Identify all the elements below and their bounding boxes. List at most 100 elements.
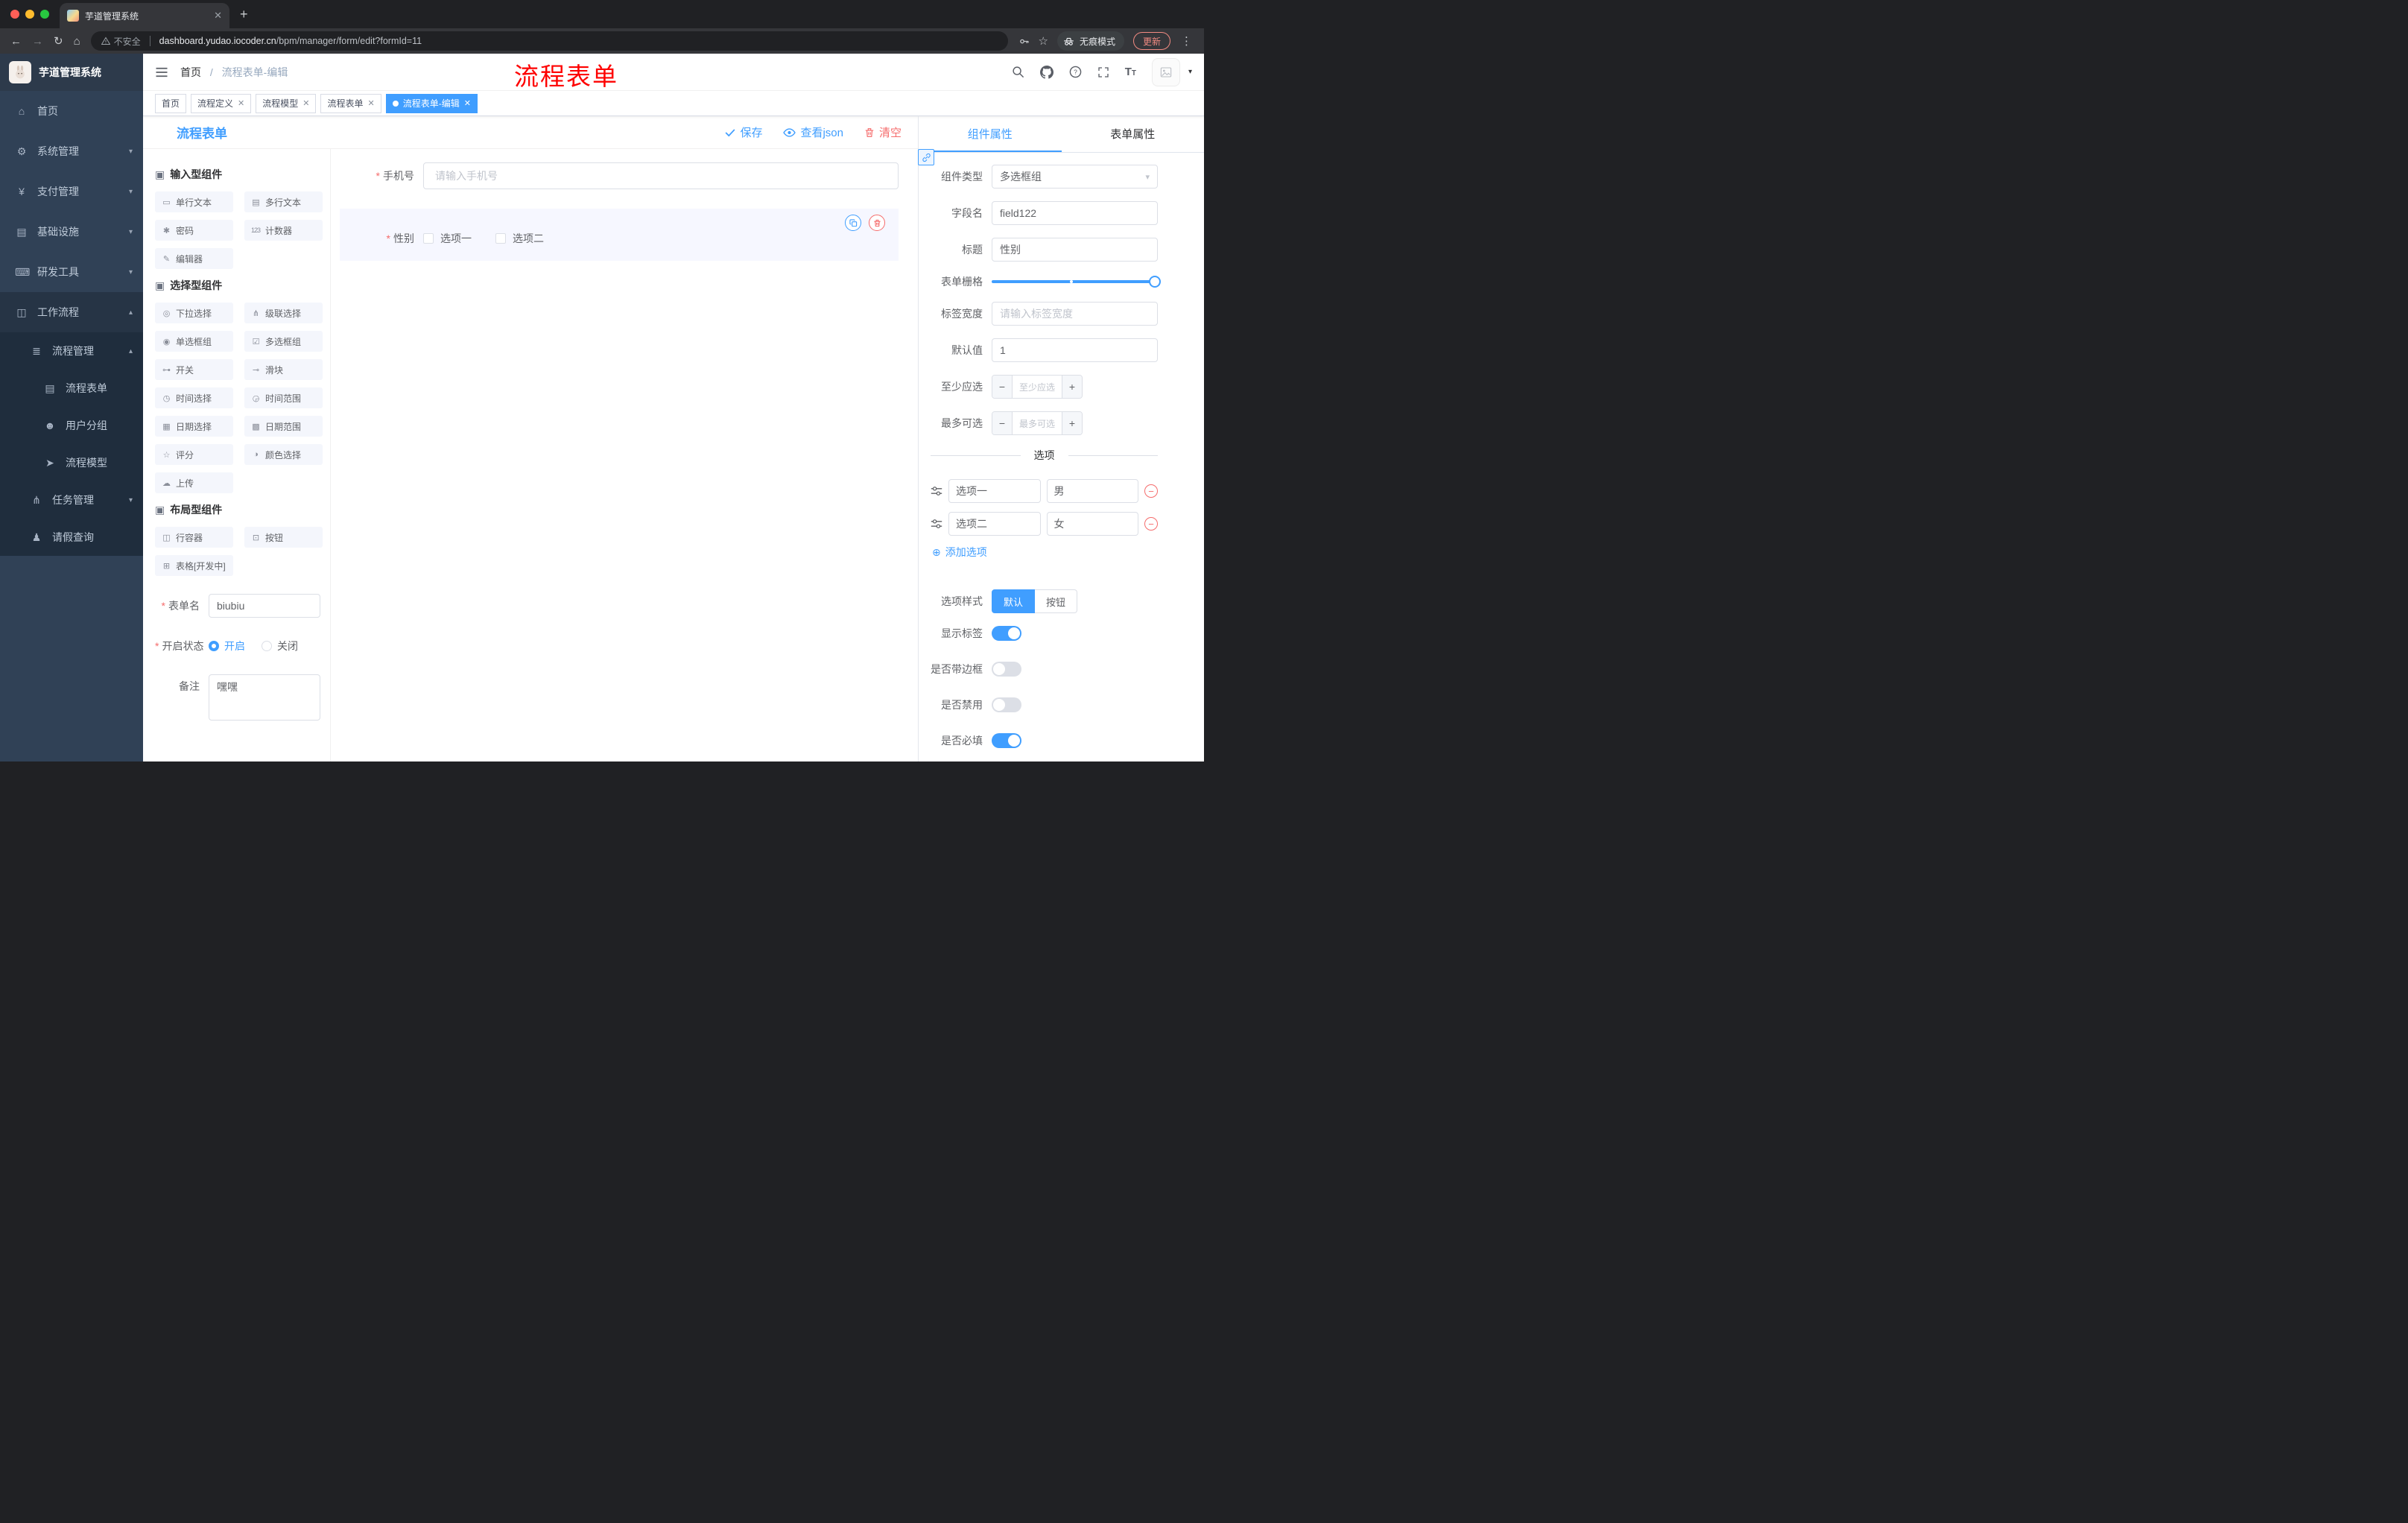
option-label-input[interactable] bbox=[948, 512, 1041, 536]
tag-close-icon[interactable]: ✕ bbox=[464, 98, 471, 108]
avatar-caret-icon[interactable]: ▾ bbox=[1188, 68, 1192, 76]
palette-item-date-picker[interactable]: ▦ 日期选择 bbox=[155, 416, 233, 437]
palette-item-table[interactable]: ⊞ 表格[开发中] bbox=[155, 555, 233, 576]
password-key-icon[interactable] bbox=[1018, 36, 1030, 47]
update-button[interactable]: 更新 bbox=[1132, 32, 1170, 50]
gender-option-1-checkbox[interactable]: 选项一 bbox=[423, 231, 472, 246]
sidebar-item-task-management[interactable]: ⋔ 任务管理 ▾ bbox=[0, 481, 143, 519]
new-tab-button[interactable]: + bbox=[240, 7, 248, 22]
tag-process-definition[interactable]: 流程定义 ✕ bbox=[191, 93, 252, 113]
slider-handle[interactable] bbox=[1149, 276, 1161, 288]
sidebar-item-process-management[interactable]: ≣ 流程管理 ▴ bbox=[0, 332, 143, 370]
gender-field-selected[interactable]: 性别 选项一 选项二 bbox=[340, 209, 899, 261]
sidebar-item-payment[interactable]: ¥ 支付管理 ▾ bbox=[0, 171, 143, 212]
palette-item-radio-group[interactable]: ◉ 单选框组 bbox=[155, 331, 233, 352]
tag-process-form-edit[interactable]: 流程表单-编辑 ✕ bbox=[385, 93, 478, 113]
zoom-window-button[interactable] bbox=[40, 10, 49, 19]
reload-icon[interactable]: ↻ bbox=[54, 36, 63, 47]
clear-button[interactable]: 清空 bbox=[864, 124, 902, 140]
style-button-button[interactable]: 按钮 bbox=[1035, 589, 1078, 613]
palette-item-date-range[interactable]: ▩ 日期范围 bbox=[244, 416, 323, 437]
security-warning[interactable]: 不安全 bbox=[101, 35, 141, 48]
sidebar-item-system[interactable]: ⚙ 系统管理 ▾ bbox=[0, 131, 143, 171]
help-icon[interactable]: ? bbox=[1069, 66, 1082, 78]
show-label-toggle[interactable] bbox=[992, 626, 1021, 641]
max-select-input[interactable]: 最多可选 bbox=[1012, 412, 1062, 434]
phone-input[interactable] bbox=[423, 162, 899, 189]
option-value-input[interactable] bbox=[1046, 512, 1138, 536]
tag-home[interactable]: 首页 bbox=[155, 93, 187, 113]
palette-item-checkbox-group[interactable]: ☑ 多选框组 bbox=[244, 331, 323, 352]
sidebar-item-infrastructure[interactable]: ▤ 基础设施 ▾ bbox=[0, 212, 143, 252]
view-json-button[interactable]: 查看json bbox=[783, 124, 843, 140]
palette-item-multi-line-text[interactable]: ▤ 多行文本 bbox=[244, 191, 323, 212]
breadcrumb-home[interactable]: 首页 bbox=[180, 66, 201, 78]
remark-textarea[interactable]: 嘿嘿 bbox=[209, 674, 320, 721]
browser-menu-icon[interactable]: ⋮ bbox=[1179, 34, 1194, 48]
add-option-button[interactable]: ⊕ 添加选项 bbox=[932, 545, 1158, 560]
sidebar-item-process-form[interactable]: ▤ 流程表单 bbox=[0, 370, 143, 407]
copy-field-button[interactable] bbox=[845, 215, 861, 231]
tag-process-model[interactable]: 流程模型 ✕ bbox=[256, 93, 317, 113]
palette-item-single-line-text[interactable]: ▭ 单行文本 bbox=[155, 191, 233, 212]
status-off-radio[interactable]: 关闭 bbox=[262, 634, 298, 658]
plus-icon[interactable]: + bbox=[1062, 376, 1082, 398]
palette-item-switch[interactable]: ⊶ 开关 bbox=[155, 359, 233, 380]
palette-item-counter[interactable]: 123 计数器 bbox=[244, 220, 323, 241]
minus-icon[interactable]: − bbox=[992, 376, 1012, 398]
status-on-radio[interactable]: 开启 bbox=[209, 634, 245, 658]
font-size-icon[interactable]: TT bbox=[1125, 66, 1136, 78]
sidebar-item-user-group[interactable]: ☻ 用户分组 bbox=[0, 407, 143, 444]
browser-tab[interactable]: 芋道管理系统 ✕ bbox=[60, 3, 229, 28]
title-input[interactable] bbox=[992, 238, 1158, 262]
drag-handle-icon[interactable] bbox=[931, 486, 942, 496]
palette-item-time-range[interactable]: ◶ 时间范围 bbox=[244, 387, 323, 408]
sidebar-item-workflow[interactable]: ◫ 工作流程 ▴ bbox=[0, 292, 143, 332]
remove-option-icon[interactable]: − bbox=[1144, 484, 1158, 498]
sidebar-item-leave-query[interactable]: ♟ 请假查询 bbox=[0, 519, 143, 556]
minimize-window-button[interactable] bbox=[25, 10, 34, 19]
palette-item-editor[interactable]: ✎ 编辑器 bbox=[155, 248, 233, 269]
tab-component-props[interactable]: 组件属性 bbox=[919, 116, 1062, 152]
remove-option-icon[interactable]: − bbox=[1144, 517, 1158, 531]
tab-close-icon[interactable]: ✕ bbox=[214, 10, 222, 22]
phone-field-row[interactable]: 手机号 bbox=[340, 162, 899, 189]
palette-item-time-picker[interactable]: ◷ 时间选择 bbox=[155, 387, 233, 408]
address-bar[interactable]: 不安全 dashboard.yudao.iocoder.cn/bpm/manag… bbox=[90, 31, 1008, 51]
sidebar-item-home[interactable]: ⌂ 首页 bbox=[0, 91, 143, 131]
save-button[interactable]: 保存 bbox=[725, 124, 762, 140]
label-width-input[interactable] bbox=[992, 302, 1158, 326]
tag-close-icon[interactable]: ✕ bbox=[238, 98, 244, 108]
sidebar-fold-icon[interactable] bbox=[155, 66, 168, 78]
min-select-input[interactable]: 至少应选 bbox=[1012, 376, 1062, 398]
drag-handle-icon[interactable] bbox=[931, 519, 942, 529]
field-name-input[interactable] bbox=[992, 201, 1158, 225]
close-window-button[interactable] bbox=[10, 10, 19, 19]
disabled-toggle[interactable] bbox=[992, 697, 1021, 712]
tab-form-props[interactable]: 表单属性 bbox=[1062, 116, 1205, 152]
option-label-input[interactable] bbox=[948, 479, 1041, 503]
back-icon[interactable]: ← bbox=[10, 36, 22, 47]
gender-option-2-checkbox[interactable]: 选项二 bbox=[495, 231, 544, 246]
bookmark-star-icon[interactable]: ☆ bbox=[1039, 36, 1048, 47]
form-name-input[interactable] bbox=[209, 594, 320, 618]
option-value-input[interactable] bbox=[1046, 479, 1138, 503]
component-type-select[interactable]: 多选框组 ▾ bbox=[992, 165, 1158, 189]
plus-icon[interactable]: + bbox=[1062, 412, 1082, 434]
minus-icon[interactable]: − bbox=[992, 412, 1012, 434]
github-icon[interactable] bbox=[1039, 65, 1054, 79]
sidebar-item-process-model[interactable]: ➤ 流程模型 bbox=[0, 444, 143, 481]
palette-item-slider[interactable]: ⊸ 滑块 bbox=[244, 359, 323, 380]
style-default-button[interactable]: 默认 bbox=[992, 589, 1036, 613]
palette-item-password[interactable]: ✱ 密码 bbox=[155, 220, 233, 241]
palette-item-button[interactable]: ⊡ 按钮 bbox=[244, 527, 323, 548]
avatar[interactable] bbox=[1151, 57, 1180, 86]
palette-item-upload[interactable]: ☁ 上传 bbox=[155, 472, 233, 493]
palette-item-row-container[interactable]: ◫ 行容器 bbox=[155, 527, 233, 548]
border-toggle[interactable] bbox=[992, 662, 1021, 677]
home-icon-browser[interactable]: ⌂ bbox=[74, 36, 80, 47]
sidebar-item-devtools[interactable]: ⌨ 研发工具 ▾ bbox=[0, 252, 143, 292]
search-icon[interactable] bbox=[1012, 66, 1024, 78]
forward-icon[interactable]: → bbox=[32, 36, 43, 47]
tag-close-icon[interactable]: ✕ bbox=[302, 98, 309, 108]
